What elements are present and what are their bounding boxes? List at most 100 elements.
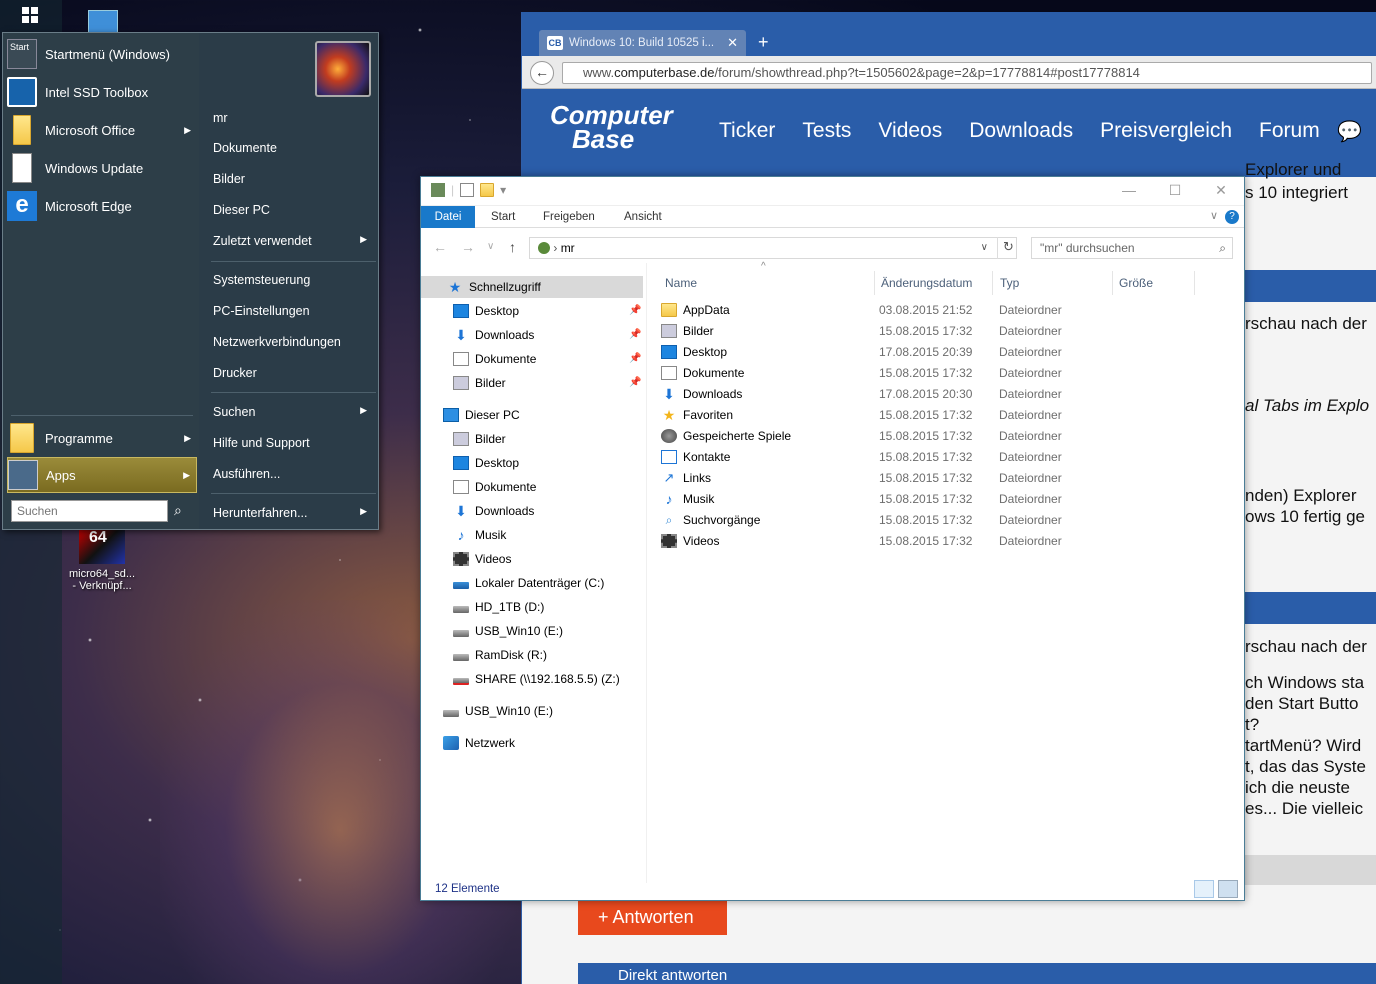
- start-item-programs[interactable]: Programme ▶: [7, 420, 197, 456]
- file-row[interactable]: Desktop 17.08.2015 20:39 Dateiordner: [661, 341, 1221, 362]
- back-arrow-icon[interactable]: ←: [433, 239, 447, 255]
- nav-quick-desktop[interactable]: Desktop 📌: [453, 300, 643, 322]
- nav-pc-videos[interactable]: Videos: [453, 548, 511, 570]
- nav-videos[interactable]: Videos: [878, 119, 942, 143]
- direct-reply-bar[interactable]: Direkt antworten: [578, 963, 1376, 984]
- file-row[interactable]: AppData 03.08.2015 21:52 Dateiordner: [661, 299, 1221, 320]
- new-folder-icon[interactable]: [480, 183, 495, 197]
- column-name[interactable]: Name: [659, 271, 874, 295]
- pin-icon[interactable]: 📌: [629, 300, 641, 322]
- start-search-input[interactable]: [11, 500, 168, 522]
- tab-freigeben[interactable]: Freigeben: [543, 206, 595, 228]
- shutdown-button[interactable]: Herunterfahren... ▶: [213, 506, 373, 520]
- start-link-dieser-pc[interactable]: Dieser PC: [213, 203, 373, 217]
- windows-start-icon[interactable]: [22, 7, 38, 23]
- start-link-bilder[interactable]: Bilder: [213, 172, 373, 186]
- explorer-search-input[interactable]: "mr" durchsuchen ⌕: [1031, 237, 1233, 259]
- start-item-intel[interactable]: Intel SSD Toolbox: [7, 74, 197, 110]
- properties-icon[interactable]: [460, 183, 475, 197]
- nav-drive-e[interactable]: USB_Win10 (E:): [453, 620, 563, 642]
- start-link-pc-einstellungen[interactable]: PC-Einstellungen: [213, 304, 373, 318]
- address-field[interactable]: www.computerbase.de/forum/showthread.php…: [562, 62, 1372, 84]
- computerbase-logo[interactable]: Computer Base: [550, 102, 673, 152]
- desktop-shortcut-micro64[interactable]: 64 micro64_sd... - Verknüpf...: [62, 528, 142, 592]
- nav-tests[interactable]: Tests: [802, 119, 851, 143]
- nav-pc-downloads[interactable]: ⬇ Downloads: [453, 500, 534, 522]
- nav-drive-c[interactable]: Lokaler Datenträger (C:): [453, 572, 604, 594]
- start-item-windows-update[interactable]: Windows Update: [7, 150, 197, 186]
- start-item-apps[interactable]: Apps ▶: [7, 457, 197, 493]
- nav-preisvergleich[interactable]: Preisvergleich: [1100, 119, 1232, 143]
- column-date[interactable]: Änderungsdatum: [874, 271, 993, 295]
- pin-icon[interactable]: 📌: [629, 372, 641, 394]
- nav-pc-pictures[interactable]: Bilder: [453, 428, 506, 450]
- breadcrumb-mr[interactable]: mr: [561, 241, 575, 255]
- chat-icon[interactable]: 💬: [1337, 119, 1362, 144]
- column-type[interactable]: Typ: [994, 271, 1113, 295]
- file-row[interactable]: Kontakte 15.08.2015 17:32 Dateiordner: [661, 446, 1221, 467]
- minimize-button[interactable]: —: [1106, 177, 1152, 205]
- refresh-button[interactable]: ↻: [997, 237, 1019, 259]
- file-row[interactable]: ♪ Musik 15.08.2015 17:32 Dateiordner: [661, 488, 1221, 509]
- recent-dropdown-icon[interactable]: ∨: [487, 241, 494, 252]
- large-icons-view-icon[interactable]: [1218, 880, 1238, 898]
- start-link-ausfuehren[interactable]: Ausführen...: [213, 467, 373, 481]
- nav-this-pc[interactable]: Dieser PC: [443, 404, 520, 426]
- start-item-startmenu[interactable]: Start Startmenü (Windows): [7, 36, 197, 72]
- nav-quick-access[interactable]: ★ Schnellzugriff: [421, 276, 643, 298]
- nav-usb[interactable]: USB_Win10 (E:): [443, 700, 553, 722]
- maximize-button[interactable]: ☐: [1152, 177, 1198, 205]
- tab-ansicht[interactable]: Ansicht: [624, 206, 662, 228]
- new-tab-button[interactable]: +: [758, 32, 769, 53]
- start-link-zuletzt[interactable]: Zuletzt verwendet ▶: [213, 234, 373, 248]
- close-button[interactable]: ✕: [1198, 177, 1244, 205]
- start-link-suchen[interactable]: Suchen ▶: [213, 405, 373, 419]
- tab-close-icon[interactable]: ✕: [727, 35, 738, 51]
- explorer-address-field[interactable]: › mr ∨: [529, 237, 1017, 259]
- forward-arrow-icon[interactable]: →: [461, 239, 475, 255]
- start-link-drucker[interactable]: Drucker: [213, 366, 373, 380]
- nav-ticker[interactable]: Ticker: [719, 119, 775, 143]
- file-row[interactable]: ★ Favoriten 15.08.2015 17:32 Dateiordner: [661, 404, 1221, 425]
- tab-datei[interactable]: Datei: [421, 206, 475, 228]
- pin-icon[interactable]: 📌: [629, 324, 641, 346]
- nav-pc-desktop[interactable]: Desktop: [453, 452, 519, 474]
- nav-quick-downloads[interactable]: ⬇ Downloads 📌: [453, 324, 643, 346]
- nav-downloads[interactable]: Downloads: [969, 119, 1073, 143]
- nav-drive-r[interactable]: RamDisk (R:): [453, 644, 547, 666]
- nav-pc-music[interactable]: ♪ Musik: [453, 524, 507, 546]
- nav-pc-documents[interactable]: Dokumente: [453, 476, 536, 498]
- start-link-systemsteuerung[interactable]: Systemsteuerung: [213, 273, 373, 287]
- column-size[interactable]: Größe: [1113, 271, 1195, 295]
- file-row[interactable]: Videos 15.08.2015 17:32 Dateiordner: [661, 530, 1221, 551]
- file-row[interactable]: ⌕ Suchvorgänge 15.08.2015 17:32 Dateiordner: [661, 509, 1221, 530]
- file-row[interactable]: ↗ Links 15.08.2015 17:32 Dateiordner: [661, 467, 1221, 488]
- reply-button[interactable]: + Antworten: [578, 900, 727, 935]
- help-icon[interactable]: ?: [1225, 210, 1239, 224]
- toolbar-dropdown-icon[interactable]: ▾: [500, 183, 506, 197]
- start-link-netzwerk[interactable]: Netzwerkverbindungen: [213, 335, 373, 349]
- nav-drive-d[interactable]: HD_1TB (D:): [453, 596, 544, 618]
- start-link-mr[interactable]: mr: [213, 111, 373, 125]
- start-link-hilfe[interactable]: Hilfe und Support: [213, 436, 373, 450]
- file-row[interactable]: Gespeicherte Spiele 15.08.2015 17:32 Datei…: [661, 425, 1221, 446]
- file-row[interactable]: ⬇ Downloads 17.08.2015 20:30 Dateiordner: [661, 383, 1221, 404]
- up-arrow-icon[interactable]: ↑: [509, 239, 516, 255]
- ribbon-expand-icon[interactable]: ∨: [1210, 209, 1218, 222]
- start-item-office[interactable]: Microsoft Office ▶: [7, 112, 197, 148]
- user-avatar[interactable]: [315, 41, 371, 97]
- nav-drive-z[interactable]: SHARE (\\192.168.5.5) (Z:): [453, 668, 620, 690]
- nav-quick-pictures[interactable]: Bilder 📌: [453, 372, 643, 394]
- address-dropdown-icon[interactable]: ∨: [981, 238, 988, 258]
- file-row[interactable]: Dokumente 15.08.2015 17:32 Dateiordner: [661, 362, 1221, 383]
- start-link-dokumente[interactable]: Dokumente: [213, 141, 373, 155]
- nav-network[interactable]: Netzwerk: [443, 732, 515, 754]
- nav-forum[interactable]: Forum: [1259, 119, 1320, 143]
- pin-icon[interactable]: 📌: [629, 348, 641, 370]
- browser-tab[interactable]: CB Windows 10: Build 10525 i... ✕: [539, 30, 746, 56]
- start-item-edge[interactable]: e Microsoft Edge: [7, 188, 197, 224]
- back-button[interactable]: ←: [530, 61, 554, 85]
- tab-start[interactable]: Start: [491, 206, 515, 228]
- details-view-icon[interactable]: [1194, 880, 1214, 898]
- file-row[interactable]: Bilder 15.08.2015 17:32 Dateiordner: [661, 320, 1221, 341]
